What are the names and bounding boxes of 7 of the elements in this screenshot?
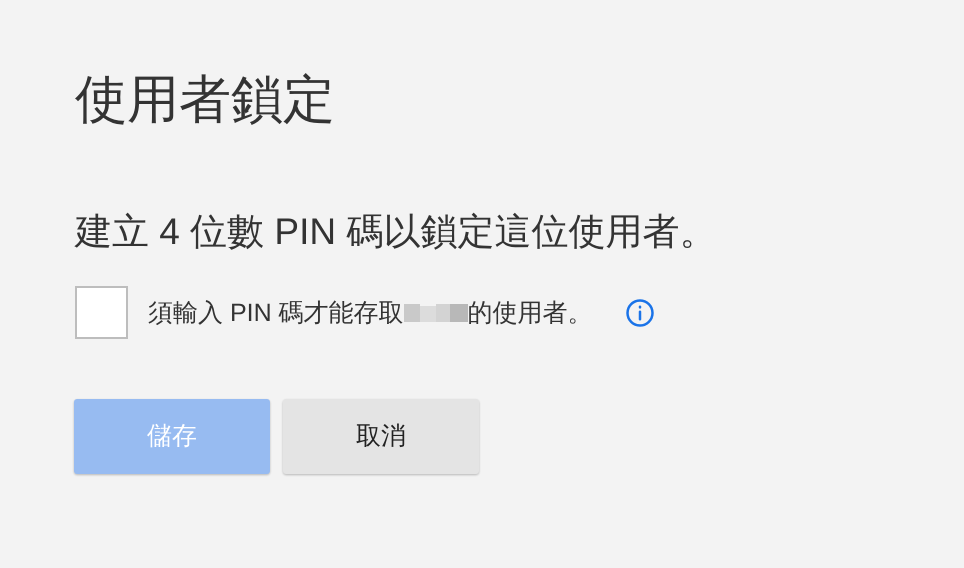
checkbox[interactable] [75, 286, 128, 339]
cancel-button[interactable]: 取消 [283, 399, 479, 474]
instruction-text: 建立 4 位數 PIN 碼以鎖定這位使用者。 [75, 210, 716, 254]
info-icon[interactable] [624, 298, 655, 328]
option-label: 的使用者。 [468, 298, 593, 328]
option-label: 須輸入 PIN 碼才能存取 [148, 298, 404, 328]
page-title: 使用者鎖定 [75, 70, 335, 131]
